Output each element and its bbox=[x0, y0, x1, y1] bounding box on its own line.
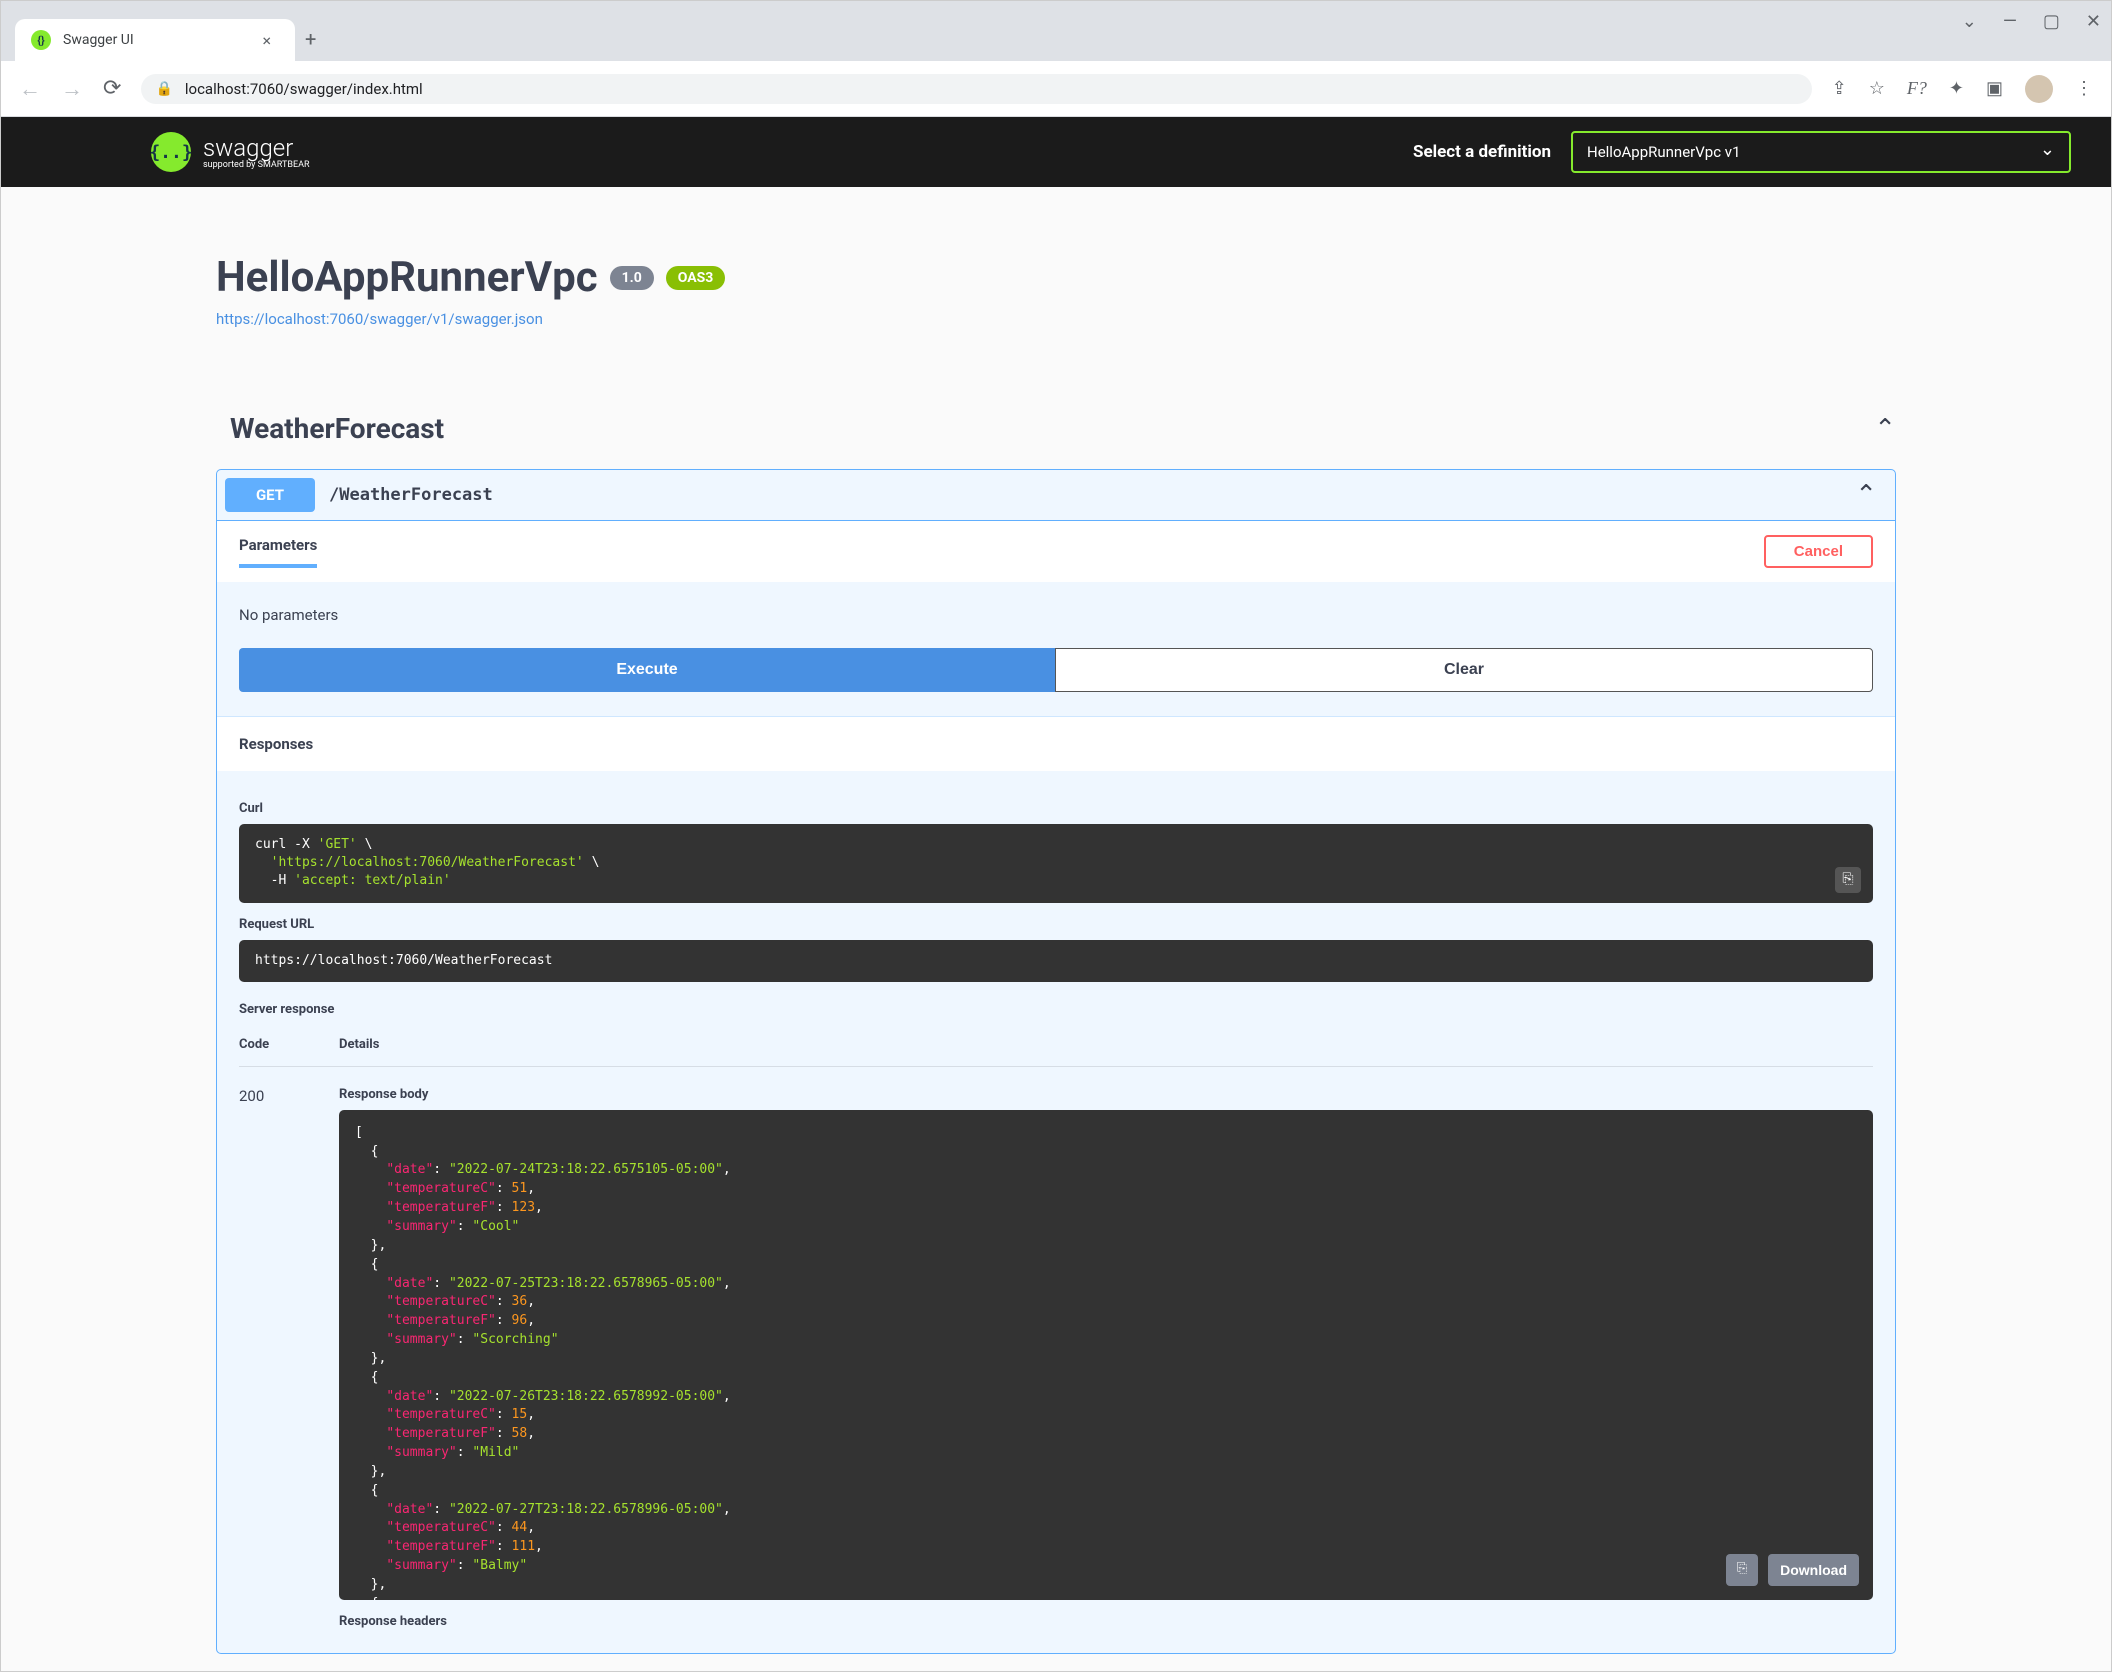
forward-button[interactable]: → bbox=[61, 76, 83, 102]
profile-avatar[interactable] bbox=[2025, 75, 2053, 103]
swagger-topbar: {..} swagger supported by SMARTBEAR Sele… bbox=[1, 117, 2111, 187]
swagger-logo-subtitle: supported by SMARTBEAR bbox=[203, 160, 310, 170]
oas-badge: OAS3 bbox=[666, 266, 726, 290]
response-body-block: [ { "date": "2022-07-24T23:18:22.6575105… bbox=[339, 1110, 1873, 1600]
address-bar-row: ← → ⟳ 🔒 localhost:7060/swagger/index.htm… bbox=[1, 61, 2111, 117]
execute-button[interactable]: Execute bbox=[239, 648, 1055, 692]
address-bar[interactable]: 🔒 localhost:7060/swagger/index.html bbox=[141, 74, 1811, 104]
curl-command-block: curl -X 'GET' \ 'https://localhost:7060/… bbox=[239, 824, 1873, 903]
definition-select[interactable]: HelloAppRunnerVpc v1 bbox=[1571, 131, 2071, 173]
parameters-tab[interactable]: Parameters bbox=[239, 536, 317, 568]
swagger-logo-icon: {..} bbox=[151, 132, 191, 172]
bookmark-icon[interactable]: ☆ bbox=[1869, 78, 1885, 99]
menu-icon[interactable]: ⋮ bbox=[2075, 78, 2093, 99]
details-column-header: Details bbox=[339, 1037, 1873, 1052]
tag-header[interactable]: WeatherForecast ⌃ bbox=[216, 398, 1896, 459]
browser-tab[interactable]: {} Swagger UI × bbox=[15, 19, 295, 61]
responses-header: Responses bbox=[217, 716, 1895, 771]
version-badge: 1.0 bbox=[610, 266, 654, 290]
lock-icon: 🔒 bbox=[155, 81, 172, 97]
copy-body-button[interactable]: ⎘ bbox=[1726, 1554, 1758, 1586]
share-icon[interactable]: ⇪ bbox=[1832, 78, 1847, 99]
code-column-header: Code bbox=[239, 1037, 339, 1052]
no-parameters-text: No parameters bbox=[217, 582, 1895, 648]
font-icon[interactable]: F? bbox=[1907, 78, 1927, 99]
maximize-icon[interactable]: ▢ bbox=[2043, 11, 2060, 32]
chevron-up-icon: ⌃ bbox=[1874, 414, 1896, 444]
response-headers-label: Response headers bbox=[339, 1614, 1873, 1629]
response-body-label: Response body bbox=[339, 1087, 1873, 1102]
panel-icon[interactable]: ▣ bbox=[1986, 78, 2003, 99]
operation-path: /WeatherForecast bbox=[329, 485, 1855, 505]
tab-title: Swagger UI bbox=[63, 32, 250, 48]
request-url-label: Request URL bbox=[239, 917, 1873, 932]
chevron-down-icon[interactable]: ⌄ bbox=[1962, 11, 1977, 32]
url-text: localhost:7060/swagger/index.html bbox=[185, 80, 423, 98]
browser-tab-strip: {} Swagger UI × + ⌄ — ▢ ✕ bbox=[1, 1, 2111, 61]
chevron-up-icon: ⌃ bbox=[1855, 480, 1877, 510]
api-title: HelloAppRunnerVpc bbox=[216, 253, 598, 302]
reload-button[interactable]: ⟳ bbox=[103, 76, 121, 101]
definition-selected-value: HelloAppRunnerVpc v1 bbox=[1587, 143, 1741, 161]
server-response-label: Server response bbox=[239, 1002, 1873, 1017]
back-button[interactable]: ← bbox=[19, 76, 41, 102]
cancel-button[interactable]: Cancel bbox=[1764, 535, 1873, 568]
minimize-icon[interactable]: — bbox=[2003, 11, 2017, 32]
new-tab-button[interactable]: + bbox=[295, 17, 326, 61]
curl-label: Curl bbox=[239, 801, 1873, 816]
tag-name: WeatherForecast bbox=[230, 412, 444, 445]
swagger-logo-text: swagger bbox=[203, 134, 310, 162]
request-url-block: https://localhost:7060/WeatherForecast bbox=[239, 940, 1873, 982]
copy-curl-button[interactable]: ⎘ bbox=[1835, 867, 1861, 893]
status-code: 200 bbox=[239, 1087, 339, 1637]
extensions-icon[interactable]: ✦ bbox=[1949, 78, 1964, 99]
close-window-icon[interactable]: ✕ bbox=[2086, 11, 2101, 32]
swagger-favicon: {} bbox=[31, 30, 51, 50]
definition-select-label: Select a definition bbox=[1413, 142, 1551, 162]
close-tab-icon[interactable]: × bbox=[262, 31, 271, 50]
clear-button[interactable]: Clear bbox=[1055, 648, 1873, 692]
download-button[interactable]: Download bbox=[1768, 1554, 1859, 1586]
spec-url-link[interactable]: https://localhost:7060/swagger/v1/swagge… bbox=[216, 310, 1896, 328]
operation-summary[interactable]: GET /WeatherForecast ⌃ bbox=[217, 470, 1895, 521]
http-method-badge: GET bbox=[225, 478, 315, 512]
